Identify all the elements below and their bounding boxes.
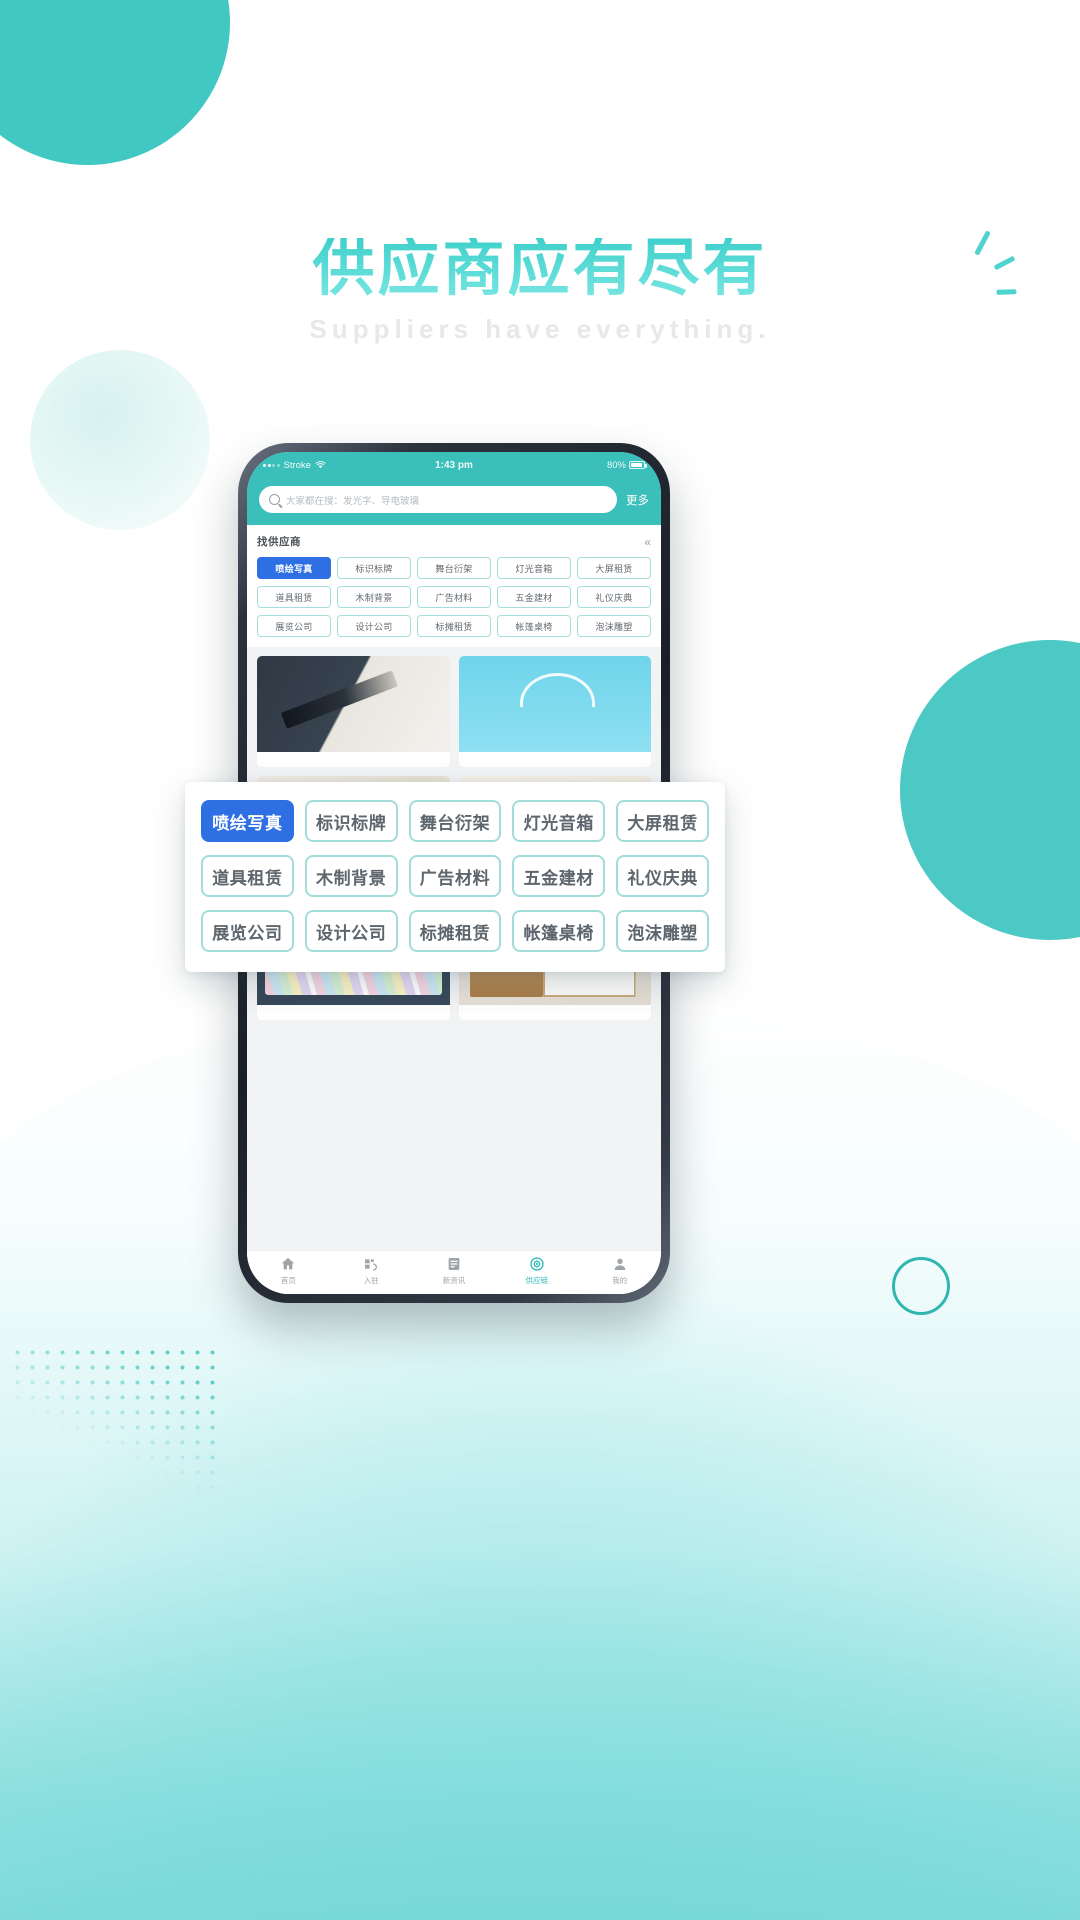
category-chip[interactable]: 帐篷桌椅: [497, 615, 571, 637]
battery-icon: [629, 461, 647, 469]
magnified-category-chip[interactable]: 泡沫雕塑: [616, 910, 709, 952]
category-chip-grid: 喷绘写真 标识标牌 舞台衍架 灯光音箱 大屏租赁道具租赁 木制背景 广告材料 五金建材 礼仪庆典…: [257, 557, 651, 637]
category-chip[interactable]: 喷绘写真: [257, 557, 331, 579]
supply-chain-icon: [529, 1256, 545, 1272]
decor-circle-top-left: [0, 0, 230, 165]
magnified-category-chip[interactable]: 木制背景: [304, 855, 398, 897]
category-chip[interactable]: 道具租赁: [257, 586, 331, 608]
category-chip[interactable]: 木制背景: [337, 586, 411, 608]
category-chip[interactable]: 泡沫雕塑: [577, 615, 651, 637]
magnified-category-chip[interactable]: 标识标牌: [304, 800, 398, 842]
person-icon: [612, 1256, 628, 1272]
decor-circle-mint: [30, 350, 210, 530]
sparkle-icon: [994, 255, 1016, 271]
tab-label: 首页: [280, 1275, 296, 1285]
magnified-category-chip[interactable]: 礼仪庆典: [616, 855, 709, 897]
search-input[interactable]: 大家都在搜：发光字、导电玻璃: [259, 486, 617, 513]
product-caption: [459, 1005, 652, 1020]
magnified-category-chip[interactable]: 广告材料: [408, 855, 502, 897]
tab-label: 新资讯: [442, 1275, 466, 1285]
magnified-category-popup: 喷绘写真 标识标牌 舞台衍架 灯光音箱 大屏租赁道具租赁 木制背景 广告材料 五金建材 礼仪庆典…: [185, 782, 725, 972]
magnified-category-chip[interactable]: 灯光音箱: [512, 800, 606, 842]
magnified-category-chip[interactable]: 设计公司: [304, 910, 398, 952]
category-chip[interactable]: 设计公司: [337, 615, 411, 637]
tab-我的[interactable]: 我的: [578, 1256, 661, 1286]
join-icon: [363, 1256, 379, 1272]
product-card[interactable]: [458, 656, 652, 767]
category-chip[interactable]: 灯光音箱: [497, 557, 571, 579]
magnified-category-chip[interactable]: 五金建材: [512, 855, 606, 897]
category-chip[interactable]: 大屏租赁: [577, 557, 651, 579]
bottom-tab-bar: 首页 入驻 新资讯 供应链 我的: [247, 1250, 661, 1294]
sparkle-icon: [996, 289, 1018, 295]
magnified-category-chip[interactable]: 道具租赁: [201, 855, 294, 897]
product-caption: [459, 752, 652, 767]
product-caption: [257, 752, 450, 767]
promo-page: 供应商应有尽有 Suppliers have everything. Strok…: [0, 0, 1080, 1920]
magnified-category-chip[interactable]: 舞台衍架: [408, 800, 502, 842]
category-chip[interactable]: 广告材料: [417, 586, 491, 608]
home-icon: [280, 1256, 296, 1272]
category-chip[interactable]: 标摊租赁: [417, 615, 491, 637]
magnified-category-chip[interactable]: 喷绘写真: [201, 800, 294, 842]
search-icon: [269, 494, 280, 505]
tab-label: 入驻: [363, 1275, 379, 1285]
product-caption: [257, 1005, 450, 1020]
magnified-category-chip[interactable]: 帐篷桌椅: [512, 910, 606, 952]
category-chip[interactable]: 五金建材: [497, 586, 571, 608]
tab-首页[interactable]: 首页: [247, 1256, 330, 1286]
tab-入驻[interactable]: 入驻: [330, 1256, 413, 1286]
decor-circle-right: [900, 640, 1080, 940]
category-chip[interactable]: 舞台衍架: [417, 557, 491, 579]
category-chip[interactable]: 标识标牌: [337, 557, 411, 579]
magnified-category-chip[interactable]: 标摊租赁: [408, 910, 502, 952]
sparkle-icon: [974, 230, 992, 256]
tab-新资讯[interactable]: 新资讯: [413, 1256, 496, 1286]
category-chip[interactable]: 礼仪庆典: [577, 586, 651, 608]
product-image: [458, 656, 651, 752]
more-button[interactable]: 更多: [626, 492, 649, 508]
page-subtitle: Suppliers have everything.: [309, 314, 771, 344]
magnified-chip-grid: 喷绘写真 标识标牌 舞台衍架 灯光音箱 大屏租赁道具租赁 木制背景 广告材料 五金建材 礼仪庆典…: [201, 800, 709, 952]
news-icon: [446, 1256, 462, 1272]
category-panel: 找供应商 « 喷绘写真 标识标牌 舞台衍架 灯光音箱 大屏租赁道具租赁 木制背景 广告材料五…: [247, 525, 661, 647]
status-bar: Stroke 1:43 pm 80%: [247, 452, 661, 478]
category-header: 找供应商 «: [257, 534, 651, 549]
section-title: 找供应商: [257, 536, 301, 548]
magnified-category-chip[interactable]: 展览公司: [201, 910, 294, 952]
tab-label: 我的: [612, 1275, 628, 1285]
product-image: [257, 656, 450, 752]
decor-dot-pattern: [10, 1345, 225, 1510]
page-title: 供应商应有尽有: [312, 234, 768, 303]
tab-label: 供应链: [525, 1275, 549, 1285]
search-placeholder: 大家都在搜：发光字、导电玻璃: [286, 495, 420, 507]
magnified-category-chip[interactable]: 大屏租赁: [616, 800, 709, 842]
search-bar: 大家都在搜：发光字、导电玻璃 更多: [247, 478, 661, 525]
product-card[interactable]: [257, 656, 450, 767]
decor-ring-outline: [892, 1257, 950, 1315]
collapse-icon[interactable]: «: [644, 536, 651, 548]
tab-供应链[interactable]: 供应链: [495, 1256, 578, 1286]
category-chip[interactable]: 展览公司: [257, 615, 331, 637]
hero-heading-group: 供应商应有尽有 Suppliers have everything.: [0, 230, 1080, 345]
status-time: 1:43 pm: [435, 459, 473, 471]
